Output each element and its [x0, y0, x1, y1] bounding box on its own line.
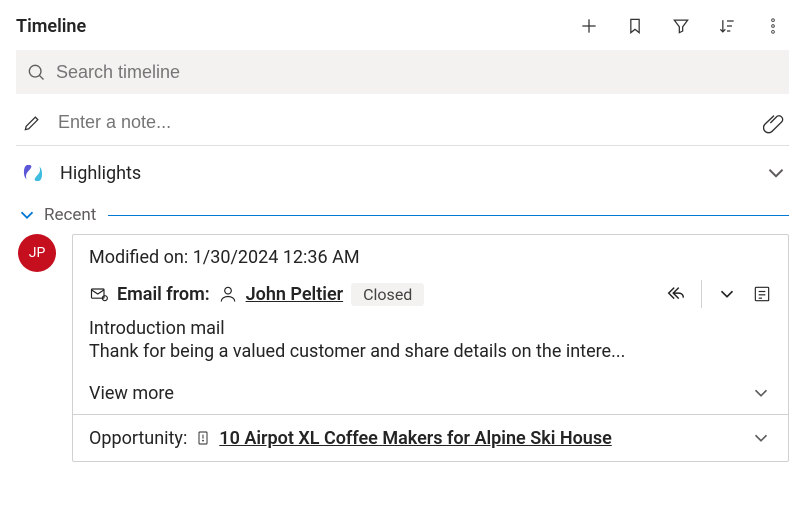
add-button[interactable]: [573, 10, 605, 42]
opportunity-link[interactable]: 10 Airpot XL Coffee Makers for Alpine Sk…: [219, 428, 611, 449]
search-bar[interactable]: [16, 50, 789, 94]
more-button[interactable]: [757, 10, 789, 42]
recent-label: Recent: [44, 205, 96, 225]
opportunity-icon: [195, 429, 211, 447]
divider: [701, 280, 702, 308]
opportunity-label: Opportunity:: [89, 428, 187, 449]
chevron-down-icon: [750, 382, 772, 404]
divider: [108, 215, 789, 216]
email-subject: Introduction mail: [89, 318, 772, 339]
email-from-label: Email from:: [117, 284, 210, 305]
email-icon: [89, 284, 109, 304]
note-action-icon[interactable]: [752, 284, 772, 304]
search-input[interactable]: [56, 62, 779, 83]
person-icon: [218, 284, 238, 304]
timeline-card: Modified on: 1/30/2024 12:36 AM Email fr…: [72, 234, 789, 462]
note-input[interactable]: [58, 112, 763, 133]
pencil-icon: [22, 113, 42, 133]
search-icon: [26, 62, 46, 82]
highlights-label: Highlights: [60, 163, 141, 184]
bookmark-button[interactable]: [619, 10, 651, 42]
page-title: Timeline: [16, 16, 86, 37]
filter-button[interactable]: [665, 10, 697, 42]
avatar: JP: [18, 234, 56, 272]
recent-section-header[interactable]: Recent: [16, 204, 789, 226]
view-more-label: View more: [89, 383, 174, 404]
email-from-link[interactable]: John Peltier: [246, 284, 343, 305]
chevron-down-icon[interactable]: [750, 427, 772, 449]
copilot-icon: [20, 160, 46, 186]
highlights-section[interactable]: Highlights: [16, 146, 789, 200]
sort-button[interactable]: [711, 10, 743, 42]
chevron-down-icon[interactable]: [763, 160, 789, 186]
modified-on: Modified on: 1/30/2024 12:36 AM: [89, 247, 772, 268]
status-badge: Closed: [351, 283, 424, 306]
chevron-down-icon: [16, 204, 38, 226]
email-preview: Thank for being a valued customer and sh…: [89, 341, 772, 362]
view-more-button[interactable]: View more: [73, 372, 788, 414]
attachment-icon[interactable]: [763, 112, 785, 134]
reply-all-icon[interactable]: [665, 283, 687, 305]
chevron-down-icon[interactable]: [716, 283, 738, 305]
